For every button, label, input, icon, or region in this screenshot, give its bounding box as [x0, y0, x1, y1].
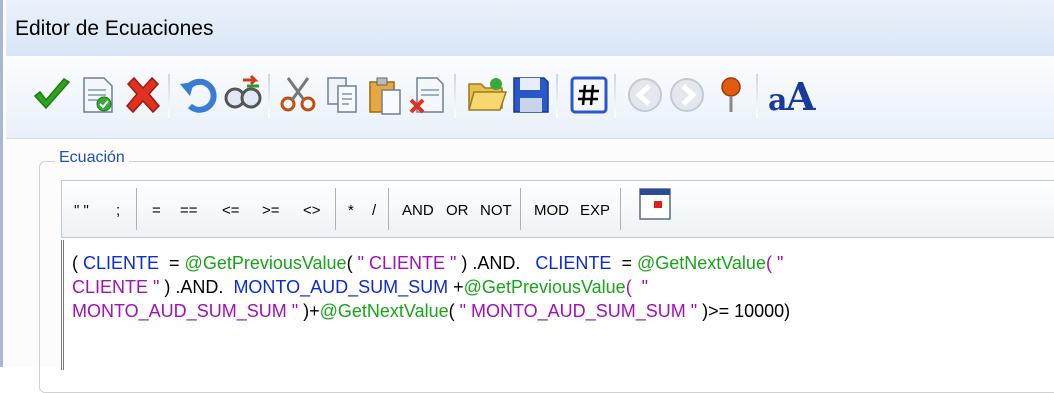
delete-document-icon[interactable] [407, 74, 449, 116]
cancel-icon[interactable] [122, 74, 164, 116]
hash-icon[interactable] [568, 74, 610, 116]
equation-token: ( [448, 301, 460, 321]
equation-line-2: CLIENTE " ) .AND. MONTO_AUD_SUM_SUM +@Ge… [72, 277, 648, 298]
window-title: Editor de Ecuaciones [15, 17, 214, 40]
toolbar-separator [556, 74, 558, 118]
equation-token: ) .AND. [456, 253, 536, 273]
less-equal-button[interactable]: <= [222, 202, 240, 219]
equation-token: MONTO_AUD_SUM_SUM " [72, 301, 299, 321]
equation-line-3: MONTO_AUD_SUM_SUM " )+@GetNextValue( " M… [72, 301, 790, 322]
back-icon[interactable] [624, 74, 666, 116]
toolbar-separator [168, 74, 170, 118]
or-button[interactable]: OR [446, 202, 469, 219]
toolbar-separator [454, 74, 456, 118]
equation-token: @GetPreviousValue [184, 253, 347, 273]
double-equals-button[interactable]: == [180, 202, 198, 219]
find-replace-icon[interactable] [221, 74, 263, 116]
equation-token: " CLIENTE " [357, 253, 457, 273]
new-document-icon[interactable] [76, 74, 118, 116]
open-folder-icon[interactable] [466, 74, 508, 116]
pin-icon[interactable] [710, 74, 752, 116]
mod-button[interactable]: MOD [534, 202, 569, 219]
operator-separator [335, 188, 336, 230]
equation-token: + [448, 277, 464, 297]
equation-line-1: ( CLIENTE = @GetPreviousValue( " CLIENTE… [72, 253, 783, 274]
calendar-icon[interactable] [638, 187, 672, 221]
toolbar-separator [614, 74, 616, 118]
semicolon-button[interactable]: ; [116, 202, 120, 219]
font-icon[interactable]: a A [766, 74, 816, 116]
equation-token: ) .AND. [159, 277, 234, 297]
equation-group-label: Ecuación [55, 149, 129, 167]
greater-equal-button[interactable]: >= [262, 202, 280, 219]
toolbar-separator [756, 74, 758, 118]
paste-icon[interactable] [364, 74, 406, 116]
title-bar: Editor de Ecuaciones [6, 0, 1054, 57]
equation-editor-window: Editor de Ecuaciones a A Ecuación " " ; … [0, 0, 1054, 393]
operator-separator [388, 188, 389, 230]
equation-token: ( [72, 253, 83, 273]
operator-toolbar: " " ; = == <= >= <> * / AND OR NOT MOD E… [61, 180, 1054, 238]
copy-icon[interactable] [322, 74, 364, 116]
quotes-button[interactable]: " " [74, 202, 89, 219]
equation-token: CLIENTE " [72, 277, 160, 297]
divide-button[interactable]: / [372, 202, 376, 219]
accept-icon[interactable] [31, 74, 73, 116]
equation-token: MONTO_AUD_SUM_SUM [233, 277, 449, 297]
equation-token: = [159, 253, 185, 273]
equation-token: @GetPreviousValue [463, 277, 626, 297]
equation-token: ( " [625, 277, 649, 297]
operator-separator [520, 188, 521, 230]
not-equal-button[interactable]: <> [303, 202, 321, 219]
exp-button[interactable]: EXP [580, 202, 610, 219]
and-button[interactable]: AND [402, 202, 434, 219]
multiply-button[interactable]: * [348, 202, 354, 219]
save-icon[interactable] [510, 74, 552, 116]
equals-button[interactable]: = [152, 202, 161, 219]
equation-token: @GetNextValue [636, 253, 766, 273]
svg-text:a: a [768, 83, 787, 116]
undo-icon[interactable] [178, 74, 220, 116]
equation-token: ( [346, 253, 358, 273]
svg-text:A: A [785, 74, 816, 116]
equation-editor[interactable]: ( CLIENTE = @GetPreviousValue( " CLIENTE… [61, 240, 1054, 370]
cut-icon[interactable] [278, 74, 320, 116]
equation-token: )+ [298, 301, 320, 321]
equation-token: CLIENTE [83, 253, 160, 273]
equation-token: )>= 10000) [697, 301, 791, 321]
toolbar-separator [268, 74, 270, 118]
forward-icon[interactable] [666, 74, 708, 116]
equation-token: ( " [765, 253, 784, 273]
equation-token: @GetNextValue [319, 301, 449, 321]
not-button[interactable]: NOT [480, 202, 512, 219]
operator-separator [620, 188, 621, 230]
main-toolbar: a A [6, 56, 1054, 139]
equation-token: CLIENTE [535, 253, 612, 273]
equation-token: = [611, 253, 637, 273]
operator-separator [136, 188, 137, 230]
equation-token: " MONTO_AUD_SUM_SUM " [459, 301, 698, 321]
